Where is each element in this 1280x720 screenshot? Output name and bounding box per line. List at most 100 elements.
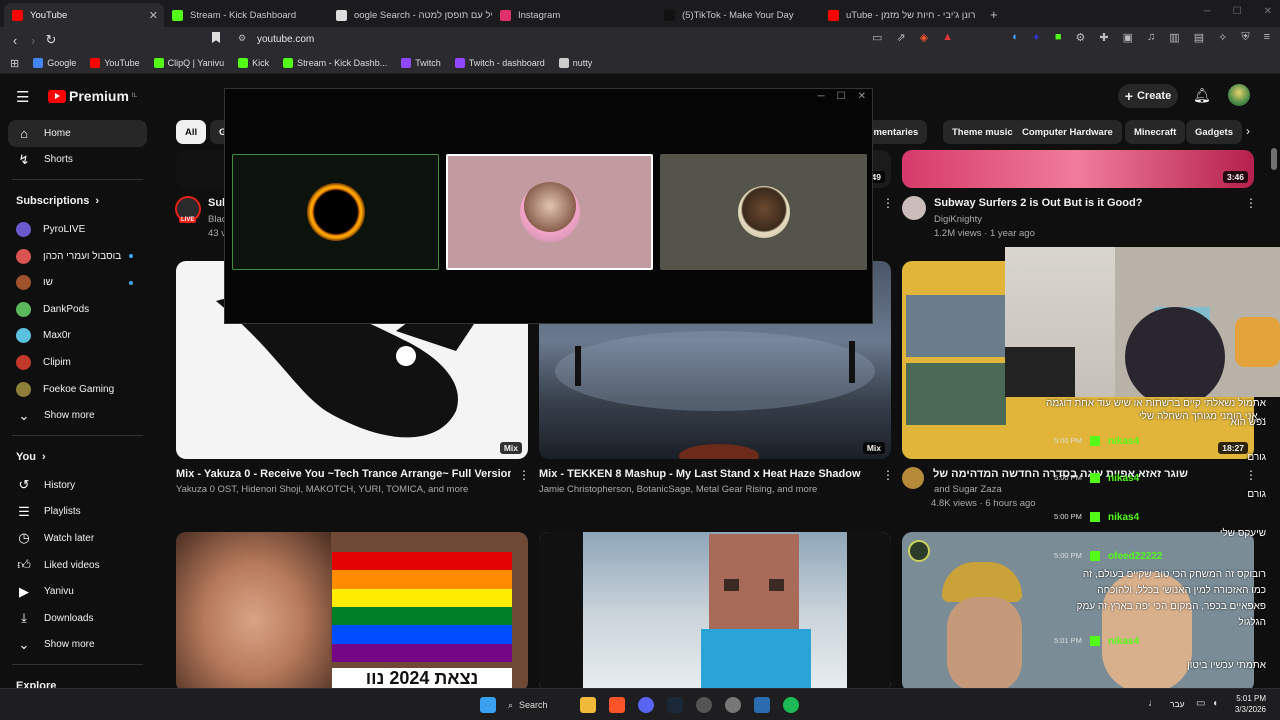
subscriptions-header[interactable]: Subscriptions ›: [0, 186, 155, 216]
obs-icon[interactable]: [725, 697, 741, 713]
more-icon[interactable]: ⋮: [518, 468, 530, 482]
subscription-item[interactable]: Foekoe Gaming: [0, 376, 155, 403]
taskbar-search[interactable]: ⌕ Search: [508, 696, 548, 714]
minimize-icon[interactable]: ─: [1204, 6, 1211, 17]
file-explorer-icon[interactable]: [580, 697, 596, 713]
browser-tab[interactable]: (5)TikTok - Make Your Day: [656, 3, 820, 27]
avatar[interactable]: [1228, 84, 1250, 106]
close-icon[interactable]: ✕: [858, 91, 866, 102]
bookmark-icon[interactable]: [212, 32, 220, 43]
video-title[interactable]: Subway Surfers 2 is Out But is it Good?: [934, 197, 1142, 209]
brave-shield-icon[interactable]: ◈: [920, 31, 928, 44]
browser-tab[interactable]: Instagram: [492, 3, 656, 27]
more-icon[interactable]: ⋮: [1245, 196, 1257, 210]
sidebar-item[interactable]: 👍︎ Liked videos: [0, 552, 155, 579]
participant-card[interactable]: [232, 154, 439, 270]
you-header[interactable]: You ›: [0, 442, 155, 472]
participant-card[interactable]: [446, 154, 653, 270]
subscription-item[interactable]: PyroLIVE: [0, 216, 155, 243]
extension-3-icon[interactable]: ■: [1055, 31, 1062, 44]
tab-close-icon[interactable]: ✕: [149, 9, 158, 22]
url-field[interactable]: youtube.com: [257, 31, 314, 49]
video-title[interactable]: Mix - Yakuza 0 - Receive You ~Tech Tranc…: [176, 468, 511, 480]
maximize-icon[interactable]: ☐: [1233, 6, 1242, 17]
video-thumbnail[interactable]: 3:46: [902, 150, 1254, 188]
filter-chip[interactable]: Gadgets: [1186, 120, 1243, 144]
browser-tab[interactable]: Stream - Kick Dashboard: [164, 3, 328, 27]
subscription-item[interactable]: Max0r: [0, 323, 155, 350]
extension-2-icon[interactable]: ✦: [1032, 31, 1041, 44]
bookmark-item[interactable]: YouTube: [90, 58, 140, 68]
forward-icon[interactable]: ›: [24, 31, 42, 49]
filter-chip[interactable]: All: [176, 120, 207, 144]
vpn-icon[interactable]: ⛨: [1241, 31, 1249, 44]
extension-5-icon[interactable]: ▣: [1123, 31, 1133, 44]
video-thumbnail[interactable]: [539, 532, 891, 688]
volume-icon[interactable]: ◖: [1212, 698, 1218, 709]
bookmark-item[interactable]: ClipQ | Yanivu: [153, 58, 224, 68]
hamburger-menu-icon[interactable]: ☰: [16, 88, 29, 106]
create-button[interactable]: + Create: [1118, 84, 1178, 108]
leo-icon[interactable]: ✧: [1218, 31, 1227, 44]
sidebar-item[interactable]: ↺ History: [0, 472, 155, 499]
video-channel[interactable]: DigiKnighty: [934, 214, 982, 225]
browser-tab[interactable]: oogle Search - חליל עם תופסן למטה: [328, 3, 492, 27]
chat-username[interactable]: nikas4: [1108, 512, 1139, 523]
chat-username[interactable]: ofeed22222: [1108, 551, 1162, 562]
steam-icon[interactable]: [667, 697, 683, 713]
video-title[interactable]: Mix - TEKKEN 8 Mashup - My Last Stand x …: [539, 468, 874, 480]
channel-avatar[interactable]: [902, 467, 924, 489]
bookmark-item[interactable]: Twitch - dashboard: [454, 58, 545, 68]
back-icon[interactable]: ‹: [6, 31, 24, 49]
browser-tab[interactable]: YouTube ✕: [4, 3, 164, 27]
language-indicator[interactable]: עבר: [1170, 699, 1185, 709]
filter-chip[interactable]: Theme music: [943, 120, 1022, 144]
reload-icon[interactable]: ↻: [42, 31, 60, 49]
app-icon[interactable]: [696, 697, 712, 713]
sidebar-item[interactable]: ☰ Playlists: [0, 499, 155, 526]
share-icon[interactable]: ⇗: [896, 31, 905, 44]
bookmark-item[interactable]: Kick: [238, 58, 269, 68]
subscription-item[interactable]: Clipim: [0, 349, 155, 376]
subscription-item[interactable]: DankPods: [0, 296, 155, 323]
chat-username[interactable]: nikas4: [1108, 436, 1139, 447]
extension-1-icon[interactable]: ◖: [1011, 31, 1018, 44]
filter-chip[interactable]: Minecraft: [1125, 120, 1186, 144]
bookmark-item[interactable]: Twitch: [401, 58, 441, 68]
video-channel[interactable]: and Sugar Zaza: [934, 484, 1002, 495]
chips-next-icon[interactable]: ›: [1246, 124, 1250, 138]
screen-icon[interactable]: ▭: [872, 31, 882, 44]
clock[interactable]: 5:01 PM 3/3/2026: [1235, 693, 1266, 715]
start-icon[interactable]: [480, 697, 496, 713]
participant-card[interactable]: [660, 154, 867, 270]
sidebar-item[interactable]: ◷ Watch later: [0, 525, 155, 552]
mic-icon[interactable]: ♩: [1148, 698, 1158, 709]
subscription-item[interactable]: בוסבול ועמרי הכהן ...: [0, 243, 155, 270]
sidebar-item[interactable]: ↯ Shorts: [0, 147, 155, 174]
brave-icon[interactable]: [609, 697, 625, 713]
filter-chip[interactable]: Computer Hardware: [1013, 120, 1122, 144]
site-settings-icon[interactable]: ⚙: [238, 33, 246, 44]
chat-username[interactable]: nikas4: [1108, 636, 1139, 647]
show-more-button[interactable]: ⌄ Show more: [0, 632, 155, 659]
browser-tab[interactable]: uTube - רונן ג'יבי - חיות של מזמן: [820, 3, 984, 27]
wallet-icon[interactable]: ▤: [1194, 31, 1204, 44]
maximize-icon[interactable]: ☐: [837, 91, 846, 102]
subscription-item[interactable]: שו: [0, 269, 155, 296]
youtube-logo[interactable]: Premium IL: [48, 88, 137, 104]
bookmark-item[interactable]: Google: [33, 58, 76, 68]
rewards-icon[interactable]: ▲: [942, 31, 953, 44]
video-thumbnail[interactable]: נצאת 2024 נוו: [176, 532, 528, 688]
sidebar-icon[interactable]: ▥: [1169, 31, 1179, 44]
discord-icon[interactable]: [638, 697, 654, 713]
sidebar-item[interactable]: ⤓ Downloads: [0, 605, 155, 632]
new-tab-icon[interactable]: +: [990, 7, 998, 27]
channel-avatar[interactable]: [902, 196, 926, 220]
extension-4-icon[interactable]: ⚙: [1076, 31, 1086, 44]
chat-username[interactable]: nikas4: [1108, 473, 1139, 484]
spotify-icon[interactable]: [783, 697, 799, 713]
page-scrollbar[interactable]: [1271, 148, 1277, 170]
more-icon[interactable]: ⋮: [882, 468, 894, 482]
network-icon[interactable]: ▭: [1196, 698, 1205, 709]
minimize-icon[interactable]: ─: [818, 91, 825, 102]
